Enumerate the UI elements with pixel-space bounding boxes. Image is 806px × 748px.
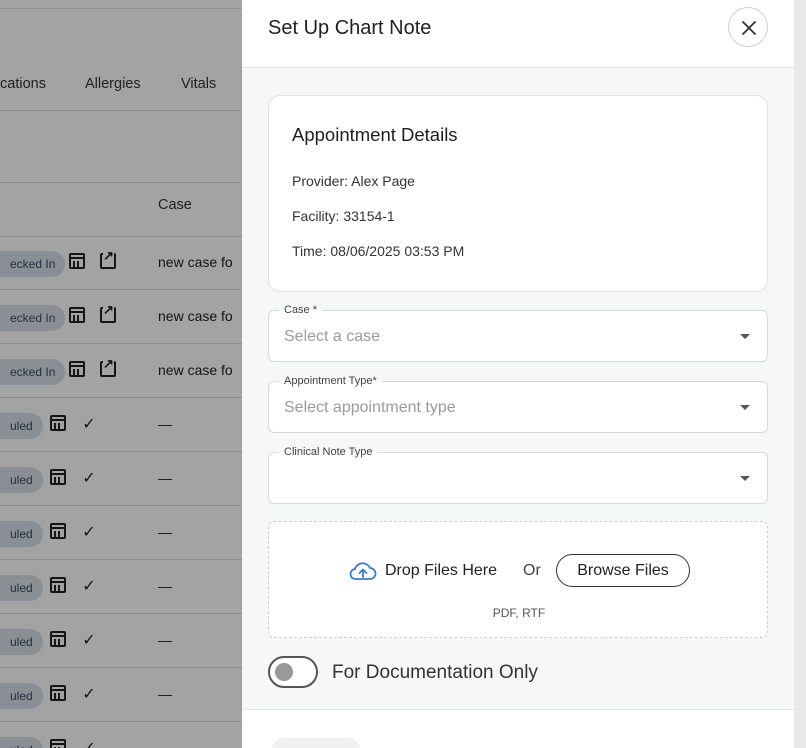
scrollbar[interactable] bbox=[794, 0, 806, 748]
appointment-details-title: Appointment Details bbox=[292, 124, 458, 145]
drawer-footer bbox=[242, 709, 794, 748]
cloud-upload-icon bbox=[349, 562, 377, 580]
browse-files-button[interactable]: Browse Files bbox=[556, 554, 690, 587]
time-text: Time: 08/06/2025 03:53 PM bbox=[292, 243, 465, 259]
drawer-title: Set Up Chart Note bbox=[268, 17, 432, 39]
chevron-down-icon bbox=[740, 334, 750, 339]
clinical-note-type-label: Clinical Note Type bbox=[279, 446, 378, 458]
chevron-down-icon bbox=[740, 405, 750, 410]
close-button[interactable] bbox=[728, 7, 768, 47]
appointment-type-label: Appointment Type* bbox=[279, 375, 382, 387]
drop-files-text: Drop Files Here bbox=[385, 562, 498, 579]
appointment-type-placeholder: Select appointment type bbox=[284, 399, 456, 416]
documentation-only-toggle[interactable] bbox=[268, 656, 318, 688]
facility-text: Facility: 33154-1 bbox=[292, 208, 395, 224]
appointment-details-card: Appointment Details Provider: Alex Page … bbox=[268, 95, 768, 292]
file-dropzone[interactable]: Drop Files Here Or Browse Files PDF, RTF bbox=[268, 521, 768, 638]
toggle-knob bbox=[275, 663, 293, 681]
case-placeholder: Select a case bbox=[284, 328, 381, 345]
documentation-only-label: For Documentation Only bbox=[332, 662, 538, 683]
provider-text: Provider: Alex Page bbox=[292, 173, 415, 189]
chevron-down-icon bbox=[740, 476, 750, 481]
case-select[interactable]: Case * Select a case bbox=[268, 304, 768, 362]
footer-button[interactable] bbox=[272, 738, 360, 748]
appointment-type-select[interactable]: Appointment Type* Select appointment typ… bbox=[268, 375, 768, 433]
clinical-note-type-select[interactable]: Clinical Note Type bbox=[268, 446, 768, 504]
drawer-header: Set Up Chart Note bbox=[242, 0, 794, 68]
case-label: Case * bbox=[279, 304, 323, 316]
chart-note-drawer: Set Up Chart Note Appointment Details Pr… bbox=[242, 0, 794, 748]
close-icon bbox=[742, 21, 756, 35]
accepted-file-types: PDF, RTF bbox=[492, 606, 546, 620]
or-text: Or bbox=[523, 562, 541, 579]
